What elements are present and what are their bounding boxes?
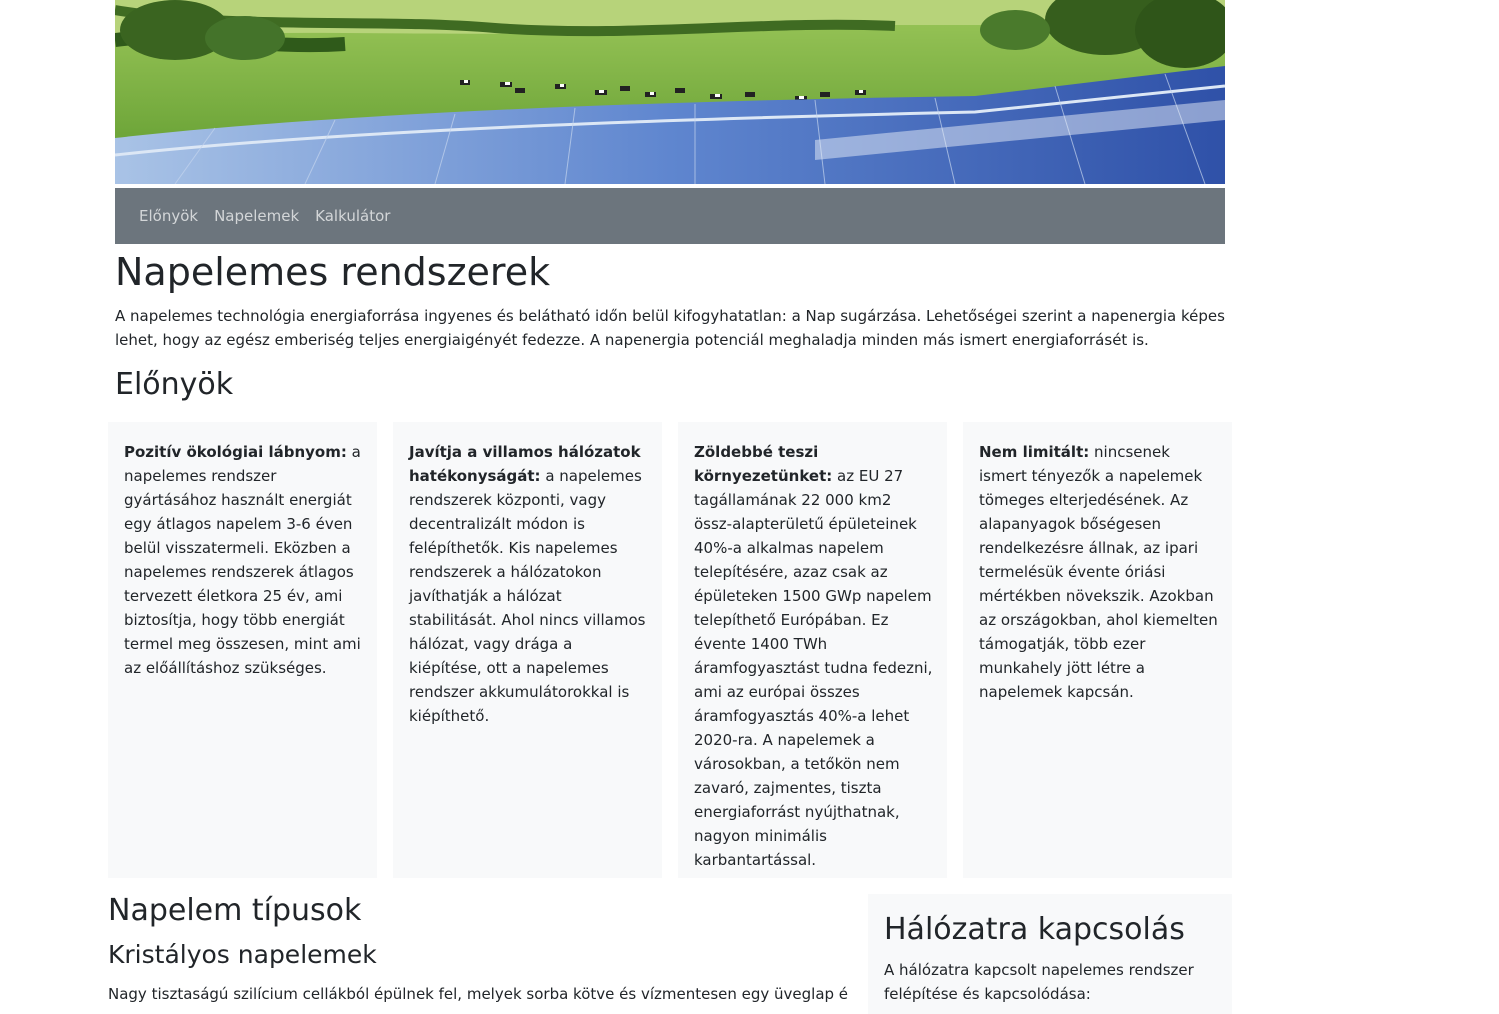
- crystalline-panels-text: Nagy tisztaságú szilícium cellákból épül…: [108, 985, 848, 1003]
- grid-connection-heading: Hálózatra kapcsolás: [884, 912, 1185, 947]
- nav-link-panels[interactable]: Napelemek: [206, 207, 307, 225]
- page-title: Napelemes rendszerek: [115, 250, 551, 294]
- benefits-heading: Előnyök: [115, 367, 234, 402]
- benefit-card-title: Nem limitált:: [979, 443, 1090, 461]
- benefit-card: Pozitív ökológiai lábnyom: a napelemes r…: [108, 422, 377, 878]
- benefit-card-text: az EU 27 tagállamának 22 000 km2 össz-al…: [694, 467, 933, 869]
- panel-types-heading: Napelem típusok: [108, 893, 362, 928]
- intro-paragraph: A napelemes technológia energiaforrása i…: [115, 307, 1225, 349]
- benefit-card: Javítja a villamos hálózatok hatékonyság…: [393, 422, 662, 878]
- nav-link-benefits[interactable]: Előnyök: [131, 207, 206, 225]
- benefit-card: Nem limitált: nincsenek ismert tényezők …: [963, 422, 1232, 878]
- grid-connection-text: A hálózatra kapcsolt napelemes rendszer …: [884, 961, 1194, 1003]
- nav-link-calculator[interactable]: Kalkulátor: [307, 207, 398, 225]
- benefit-card-title: Pozitív ökológiai lábnyom:: [124, 443, 347, 461]
- benefit-card-title: Zöldebbé teszi környezetünket:: [694, 443, 833, 485]
- benefit-card-text: a napelemes rendszer gyártásához használ…: [124, 443, 361, 677]
- crystalline-panels-heading: Kristályos napelemek: [108, 940, 377, 969]
- navbar: Előnyök Napelemek Kalkulátor: [115, 188, 1225, 244]
- benefit-card: Zöldebbé teszi környezetünket: az EU 27 …: [678, 422, 947, 878]
- grid-connection-box: Hálózatra kapcsolás A hálózatra kapcsolt…: [868, 894, 1232, 1014]
- benefit-card-text: a napelemes rendszerek központi, vagy de…: [409, 467, 646, 725]
- hero-image: [115, 0, 1225, 184]
- benefit-card-text: nincsenek ismert tényezők a napelemek tö…: [979, 443, 1218, 701]
